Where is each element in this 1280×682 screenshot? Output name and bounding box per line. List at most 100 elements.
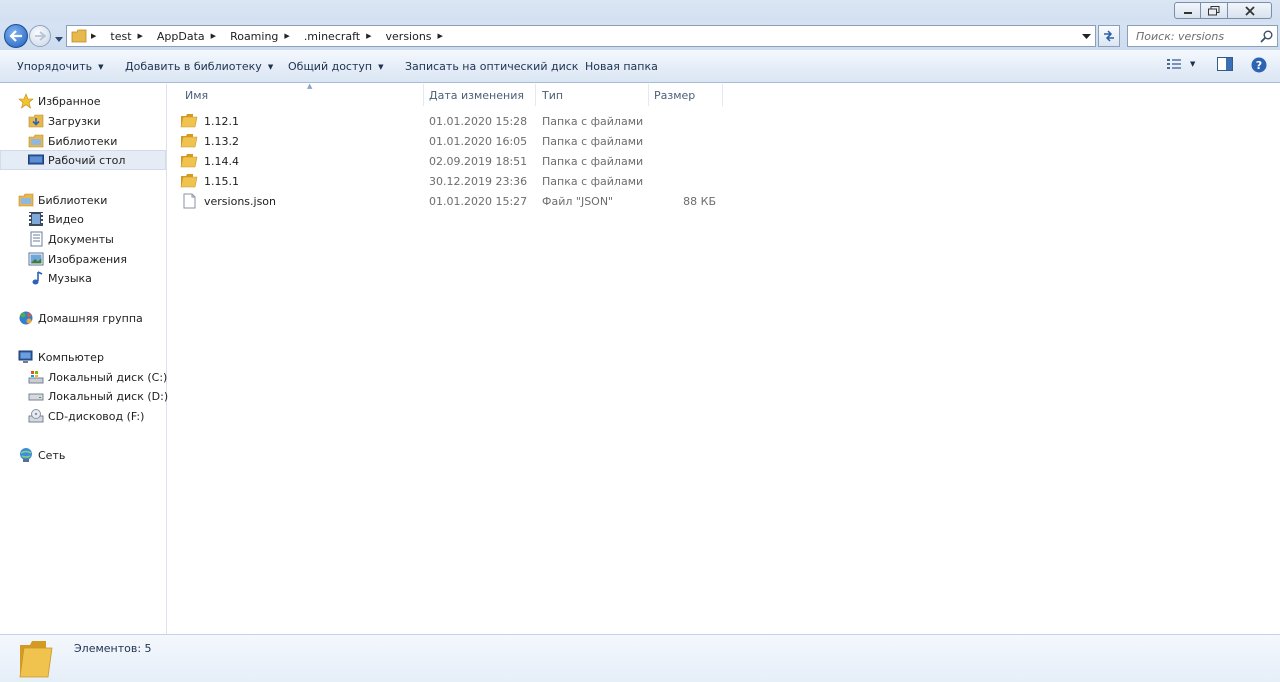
- nav-favorites[interactable]: Избранное: [0, 91, 166, 111]
- column-header-name[interactable]: Имя ▲: [179, 82, 424, 106]
- file-list: Имя ▲ Дата изменения Тип Размер 1.12.1 0…: [168, 82, 1280, 634]
- nav-label: Сеть: [38, 448, 66, 462]
- nav-documents[interactable]: Документы: [0, 229, 166, 249]
- view-options-button[interactable]: ▼: [1166, 57, 1195, 71]
- column-label: Дата изменения: [429, 88, 524, 102]
- file-date: 01.01.2020 15:28: [429, 114, 528, 128]
- nav-label: Локальный диск (D:): [48, 389, 169, 403]
- column-header-size[interactable]: Размер: [648, 84, 723, 106]
- nav-desktop[interactable]: Рабочий стол: [0, 150, 166, 170]
- nav-label: Рабочий стол: [48, 153, 126, 167]
- file-name: 1.12.1: [204, 114, 239, 128]
- search-icon[interactable]: [1260, 30, 1273, 43]
- system-drive-icon: [28, 369, 44, 385]
- file-name-cell[interactable]: 1.15.1: [180, 171, 239, 191]
- search-box[interactable]: [1127, 25, 1278, 47]
- maximize-button[interactable]: [1201, 2, 1228, 19]
- window-controls: [1174, 2, 1272, 19]
- nav-homegroup[interactable]: Домашняя группа: [0, 308, 166, 328]
- file-row[interactable]: 1.13.2 01.01.2020 16:05 Папка с файлами: [180, 131, 720, 151]
- share-button[interactable]: Общий доступ ▼: [288, 50, 383, 83]
- nav-label: Локальный диск (C:): [48, 370, 168, 384]
- nav-label: Загрузки: [48, 114, 101, 128]
- downloads-icon: [28, 113, 44, 129]
- nav-libraries[interactable]: Библиотеки: [0, 190, 166, 210]
- refresh-button[interactable]: [1098, 25, 1120, 47]
- folder-icon: [180, 174, 198, 188]
- search-input[interactable]: [1136, 29, 1256, 43]
- file-size: 88 КБ: [683, 194, 716, 208]
- nav-computer[interactable]: Компьютер: [0, 347, 166, 367]
- address-root[interactable]: ▶: [67, 26, 104, 46]
- forward-button[interactable]: [29, 25, 51, 47]
- file-row[interactable]: 1.14.4 02.09.2019 18:51 Папка с файлами: [180, 151, 720, 171]
- chevron-down-icon[interactable]: ▼: [1190, 60, 1195, 68]
- pictures-icon: [28, 251, 44, 267]
- breadcrumb-arrow-icon[interactable]: ▶: [211, 32, 216, 40]
- file-row[interactable]: 1.15.1 30.12.2019 23:36 Папка с файлами: [180, 171, 720, 191]
- file-type: Папка с файлами: [542, 114, 644, 128]
- nav-drive-d[interactable]: Локальный диск (D:): [0, 386, 169, 406]
- breadcrumb-roaming[interactable]: Roaming ▶: [224, 26, 298, 46]
- file-row[interactable]: versions.json 01.01.2020 15:27 Файл "JSO…: [180, 191, 720, 211]
- breadcrumb-arrow-icon[interactable]: ▶: [284, 32, 289, 40]
- new-folder-button[interactable]: Новая папка: [585, 50, 658, 83]
- nav-drive-c[interactable]: Локальный диск (C:): [0, 367, 168, 387]
- chevron-down-icon: ▼: [378, 62, 384, 71]
- nav-network[interactable]: Сеть: [0, 445, 166, 465]
- preview-pane-icon: [1217, 57, 1233, 71]
- preview-pane-button[interactable]: [1217, 57, 1233, 71]
- file-name: versions.json: [204, 194, 277, 208]
- restore-icon: [1208, 5, 1220, 15]
- organize-button[interactable]: Упорядочить ▼: [17, 50, 104, 83]
- file-name-cell[interactable]: 1.12.1: [180, 111, 239, 131]
- breadcrumb-arrow-icon[interactable]: ▶: [366, 32, 371, 40]
- close-button[interactable]: [1228, 2, 1272, 19]
- libraries-icon: [28, 133, 44, 149]
- file-icon: [183, 193, 196, 209]
- add-to-library-button[interactable]: Добавить в библиотеку ▼: [125, 50, 273, 83]
- address-bar[interactable]: ▶ test ▶ AppData ▶ Roaming ▶ .minecraft …: [66, 25, 1096, 47]
- documents-icon: [28, 231, 44, 247]
- breadcrumb-label: AppData: [156, 29, 205, 43]
- nav-libraries-fav[interactable]: Библиотеки: [0, 131, 166, 151]
- file-size: [654, 151, 716, 171]
- breadcrumb-label: .minecraft: [303, 29, 361, 43]
- breadcrumb-arrow-icon[interactable]: ▶: [438, 32, 443, 40]
- breadcrumb-test[interactable]: test ▶: [104, 26, 151, 46]
- file-type: Папка с файлами: [542, 174, 644, 188]
- recent-pages-button[interactable]: [55, 32, 63, 45]
- breadcrumb-appdata[interactable]: AppData ▶: [151, 26, 224, 46]
- breadcrumb-arrow-icon[interactable]: ▶: [138, 32, 143, 40]
- file-type: Папка с файлами: [542, 154, 644, 168]
- column-label: Размер: [654, 88, 696, 102]
- nav-drive-f[interactable]: CD-дисковод (F:): [0, 406, 166, 426]
- file-name-cell[interactable]: 1.13.2: [180, 131, 239, 151]
- file-name-cell[interactable]: versions.json: [180, 191, 276, 211]
- column-header-date[interactable]: Дата изменения: [423, 84, 536, 106]
- libraries-icon: [18, 192, 34, 208]
- back-arrow-icon: [9, 30, 22, 42]
- column-label: Тип: [542, 88, 564, 102]
- minimize-button[interactable]: [1174, 2, 1201, 19]
- file-name-cell[interactable]: 1.14.4: [180, 151, 239, 171]
- breadcrumb-versions[interactable]: versions ▶: [380, 26, 451, 46]
- share-label: Общий доступ: [288, 60, 373, 73]
- back-button[interactable]: [4, 24, 28, 48]
- folder-icon: [19, 641, 53, 678]
- nav-downloads[interactable]: Загрузки: [0, 111, 166, 131]
- nav-pictures[interactable]: Изображения: [0, 249, 166, 269]
- nav-music[interactable]: Музыка: [0, 268, 166, 288]
- burn-label: Записать на оптический диск: [405, 60, 579, 73]
- file-row[interactable]: 1.12.1 01.01.2020 15:28 Папка с файлами: [180, 111, 720, 131]
- breadcrumb-minecraft[interactable]: .minecraft ▶: [298, 26, 380, 46]
- burn-button[interactable]: Записать на оптический диск: [405, 50, 578, 83]
- help-button[interactable]: ?: [1251, 57, 1267, 73]
- nav-video[interactable]: Видео: [0, 209, 166, 229]
- file-name: 1.13.2: [204, 134, 239, 148]
- column-header-type[interactable]: Тип: [536, 84, 649, 106]
- breadcrumb-arrow-icon[interactable]: ▶: [91, 32, 96, 40]
- music-icon: [28, 270, 44, 286]
- item-count: Элементов: 5: [74, 642, 152, 655]
- address-history-dropdown[interactable]: [1077, 26, 1095, 46]
